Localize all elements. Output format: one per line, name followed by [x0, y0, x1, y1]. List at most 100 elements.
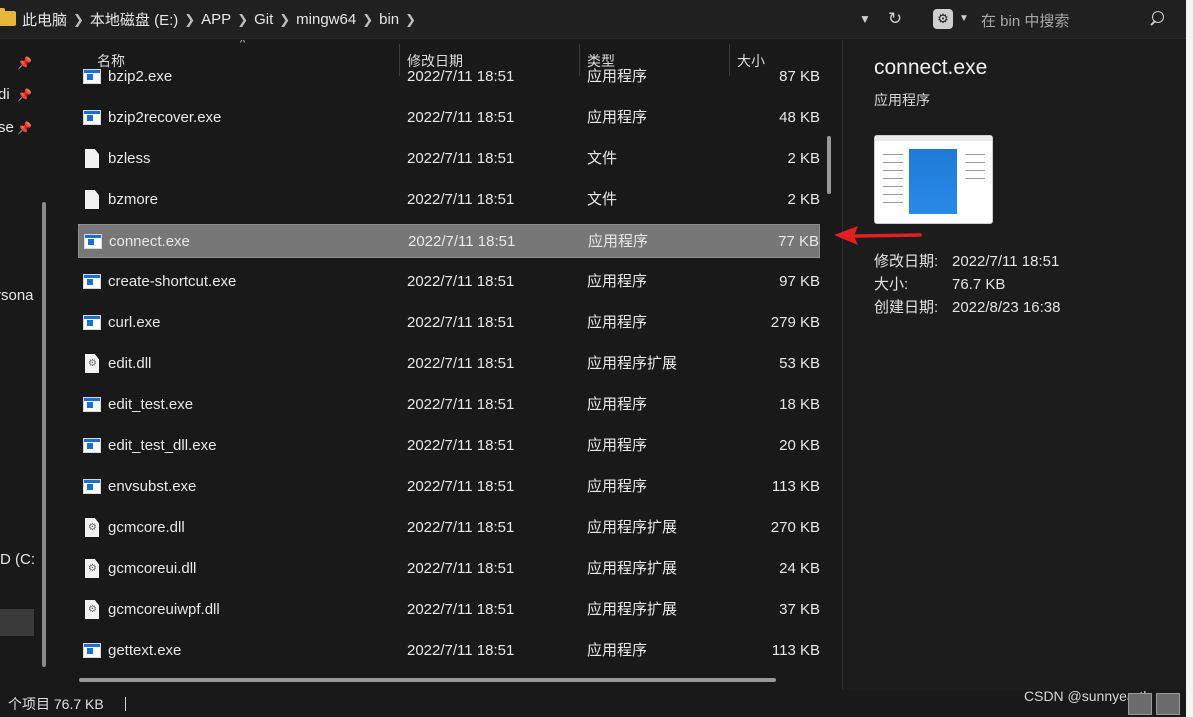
- chevron-right-icon[interactable]: ❯: [237, 12, 248, 28]
- chevron-right-icon[interactable]: ❯: [184, 12, 195, 28]
- file-size: 18 KB: [779, 396, 820, 413]
- file-date: 2022/7/11 18:51: [407, 355, 515, 372]
- dll-file-icon: [85, 354, 99, 373]
- file-size: 2 KB: [787, 191, 820, 208]
- thumbnail-view-button[interactable]: [1156, 693, 1180, 715]
- file-size: 20 KB: [779, 437, 820, 454]
- address-bar[interactable]: 此电脑 ❯ 本地磁盘 (E:) ❯ APP ❯ Git ❯ mingw64 ❯ …: [0, 0, 918, 39]
- search-icon[interactable]: [1146, 8, 1168, 30]
- gear-icon[interactable]: ⚙: [933, 9, 953, 29]
- chevron-right-icon[interactable]: ❯: [362, 12, 373, 28]
- chevron-down-icon[interactable]: ▼: [959, 10, 969, 28]
- breadcrumb-mingw64[interactable]: mingw64: [296, 11, 356, 28]
- file-type: 应用程序扩展: [587, 560, 678, 577]
- file-date: 2022/7/11 18:51: [407, 109, 515, 126]
- file-row[interactable]: edit_test_dll.exe 2022/7/11 18:51 应用程序 20 K…: [78, 429, 820, 463]
- file-row[interactable]: edit.dll 2022/7/11 18:51 应用程序扩展 53 KB: [78, 347, 820, 381]
- file-size: 24 KB: [779, 560, 820, 577]
- pin-icon[interactable]: 📌: [17, 56, 32, 70]
- breadcrumb-drive-e[interactable]: 本地磁盘 (E:): [90, 9, 178, 30]
- file-size: 279 KB: [770, 314, 820, 331]
- file-row[interactable]: bzip2.exe 2022/7/11 18:51 应用程序 87 KB: [78, 60, 820, 94]
- nav-item[interactable]: se: [0, 119, 14, 136]
- vertical-scrollbar[interactable]: [827, 136, 831, 194]
- file-row[interactable]: edit_test.exe 2022/7/11 18:51 应用程序 18 KB: [78, 388, 820, 422]
- file-list: ^ 名称 修改日期 类型 大小 bzip2.exe 2022/7/11 18:51…: [50, 40, 842, 690]
- file-date: 2022/7/11 18:51: [407, 478, 515, 495]
- application-icon: [83, 315, 101, 330]
- horizontal-scrollbar[interactable]: [79, 678, 776, 682]
- file-name: gcmcoreuiwpf.dll: [108, 601, 220, 618]
- file-size: 113 KB: [771, 478, 820, 495]
- application-icon: [84, 234, 102, 249]
- file-row[interactable]: bzless 2022/7/11 18:51 文件 2 KB: [78, 142, 820, 176]
- file-icon: [85, 149, 99, 168]
- file-type: 文件: [587, 150, 618, 167]
- file-icon: [85, 190, 99, 209]
- details-view-button[interactable]: [1128, 693, 1152, 715]
- refresh-icon[interactable]: ↻: [885, 9, 905, 29]
- file-date: 2022/7/11 18:51: [407, 68, 515, 85]
- file-name: create-shortcut.exe: [108, 273, 237, 290]
- address-bar-region: 此电脑 ❯ 本地磁盘 (E:) ❯ APP ❯ Git ❯ mingw64 ❯ …: [0, 0, 1193, 39]
- file-name: curl.exe: [108, 314, 161, 331]
- pin-icon[interactable]: 📌: [17, 121, 32, 135]
- nav-scrollbar[interactable]: [42, 202, 46, 667]
- search-box[interactable]: ⚙ ▼ 在 bin 中搜索: [926, 0, 1176, 38]
- dll-file-icon: [85, 518, 99, 537]
- file-type: 应用程序: [587, 478, 648, 495]
- chevron-down-icon[interactable]: ▼: [856, 10, 874, 28]
- nav-item[interactable]: rsona: [0, 287, 34, 304]
- file-row-selected[interactable]: connect.exe 2022/7/11 18:51 应用程序 77 KB: [78, 224, 820, 258]
- search-input[interactable]: 在 bin 中搜索: [981, 10, 1069, 31]
- file-row[interactable]: gcmcoreui.dll 2022/7/11 18:51 应用程序扩展 24 KB: [78, 552, 820, 586]
- file-name: edit.dll: [108, 355, 152, 372]
- chevron-right-icon[interactable]: ❯: [73, 12, 84, 28]
- application-icon: [83, 274, 101, 289]
- property-value: 2022/7/11 18:51: [952, 253, 1060, 270]
- file-date: 2022/7/11 18:51: [407, 273, 515, 290]
- file-size: 37 KB: [779, 601, 820, 618]
- folder-icon: [0, 8, 16, 26]
- breadcrumb-this-pc[interactable]: 此电脑: [22, 9, 67, 30]
- file-date: 2022/7/11 18:51: [407, 150, 515, 167]
- file-row[interactable]: curl.exe 2022/7/11 18:51 应用程序 279 KB: [78, 306, 820, 340]
- file-size: 53 KB: [779, 355, 820, 372]
- file-date: 2022/7/11 18:51: [407, 396, 515, 413]
- file-row[interactable]: bzmore 2022/7/11 18:51 文件 2 KB: [78, 183, 820, 217]
- chevron-right-icon[interactable]: ❯: [279, 12, 290, 28]
- file-type: 应用程序: [587, 642, 648, 659]
- file-row[interactable]: gcmcore.dll 2022/7/11 18:51 应用程序扩展 270 KB: [78, 511, 820, 545]
- file-type: 应用程序: [587, 273, 648, 290]
- file-date: 2022/7/11 18:51: [408, 233, 516, 250]
- pin-icon[interactable]: 📌: [17, 88, 32, 102]
- preview-title: connect.exe: [874, 56, 988, 79]
- breadcrumb-app[interactable]: APP: [201, 11, 231, 28]
- breadcrumb-bin[interactable]: bin: [379, 11, 399, 28]
- breadcrumb: 此电脑 ❯ 本地磁盘 (E:) ❯ APP ❯ Git ❯ mingw64 ❯ …: [22, 0, 422, 39]
- file-size: 113 KB: [771, 642, 820, 659]
- chevron-right-icon[interactable]: ❯: [405, 12, 416, 28]
- file-row[interactable]: gcmcoreuiwpf.dll 2022/7/11 18:51 应用程序扩展 37 …: [78, 593, 820, 627]
- file-type: 应用程序: [587, 396, 648, 413]
- file-size: 48 KB: [779, 109, 820, 126]
- nav-selected-item[interactable]: [0, 609, 34, 636]
- application-icon: [83, 438, 101, 453]
- file-type: 应用程序: [587, 437, 648, 454]
- file-row[interactable]: envsubst.exe 2022/7/11 18:51 应用程序 113 KB: [78, 470, 820, 504]
- breadcrumb-git[interactable]: Git: [254, 11, 273, 28]
- file-date: 2022/7/11 18:51: [407, 314, 515, 331]
- file-name: gcmcore.dll: [108, 519, 185, 536]
- file-row[interactable]: create-shortcut.exe 2022/7/11 18:51 应用程序 97…: [78, 265, 820, 299]
- file-row[interactable]: gettext.exe 2022/7/11 18:51 应用程序 113 KB: [78, 634, 820, 668]
- view-toggle: [1128, 693, 1184, 715]
- nav-item[interactable]: D (C:: [0, 551, 35, 568]
- property-label: 大小:: [874, 276, 909, 293]
- file-row[interactable]: bzip2recover.exe 2022/7/11 18:51 应用程序 48 KB: [78, 101, 820, 135]
- property-value: 76.7 KB: [952, 276, 1006, 293]
- file-type: 应用程序扩展: [587, 355, 678, 372]
- nav-item[interactable]: di: [0, 86, 10, 103]
- file-type: 应用程序: [587, 314, 648, 331]
- application-icon: [83, 397, 101, 412]
- file-size: 270 KB: [770, 519, 820, 536]
